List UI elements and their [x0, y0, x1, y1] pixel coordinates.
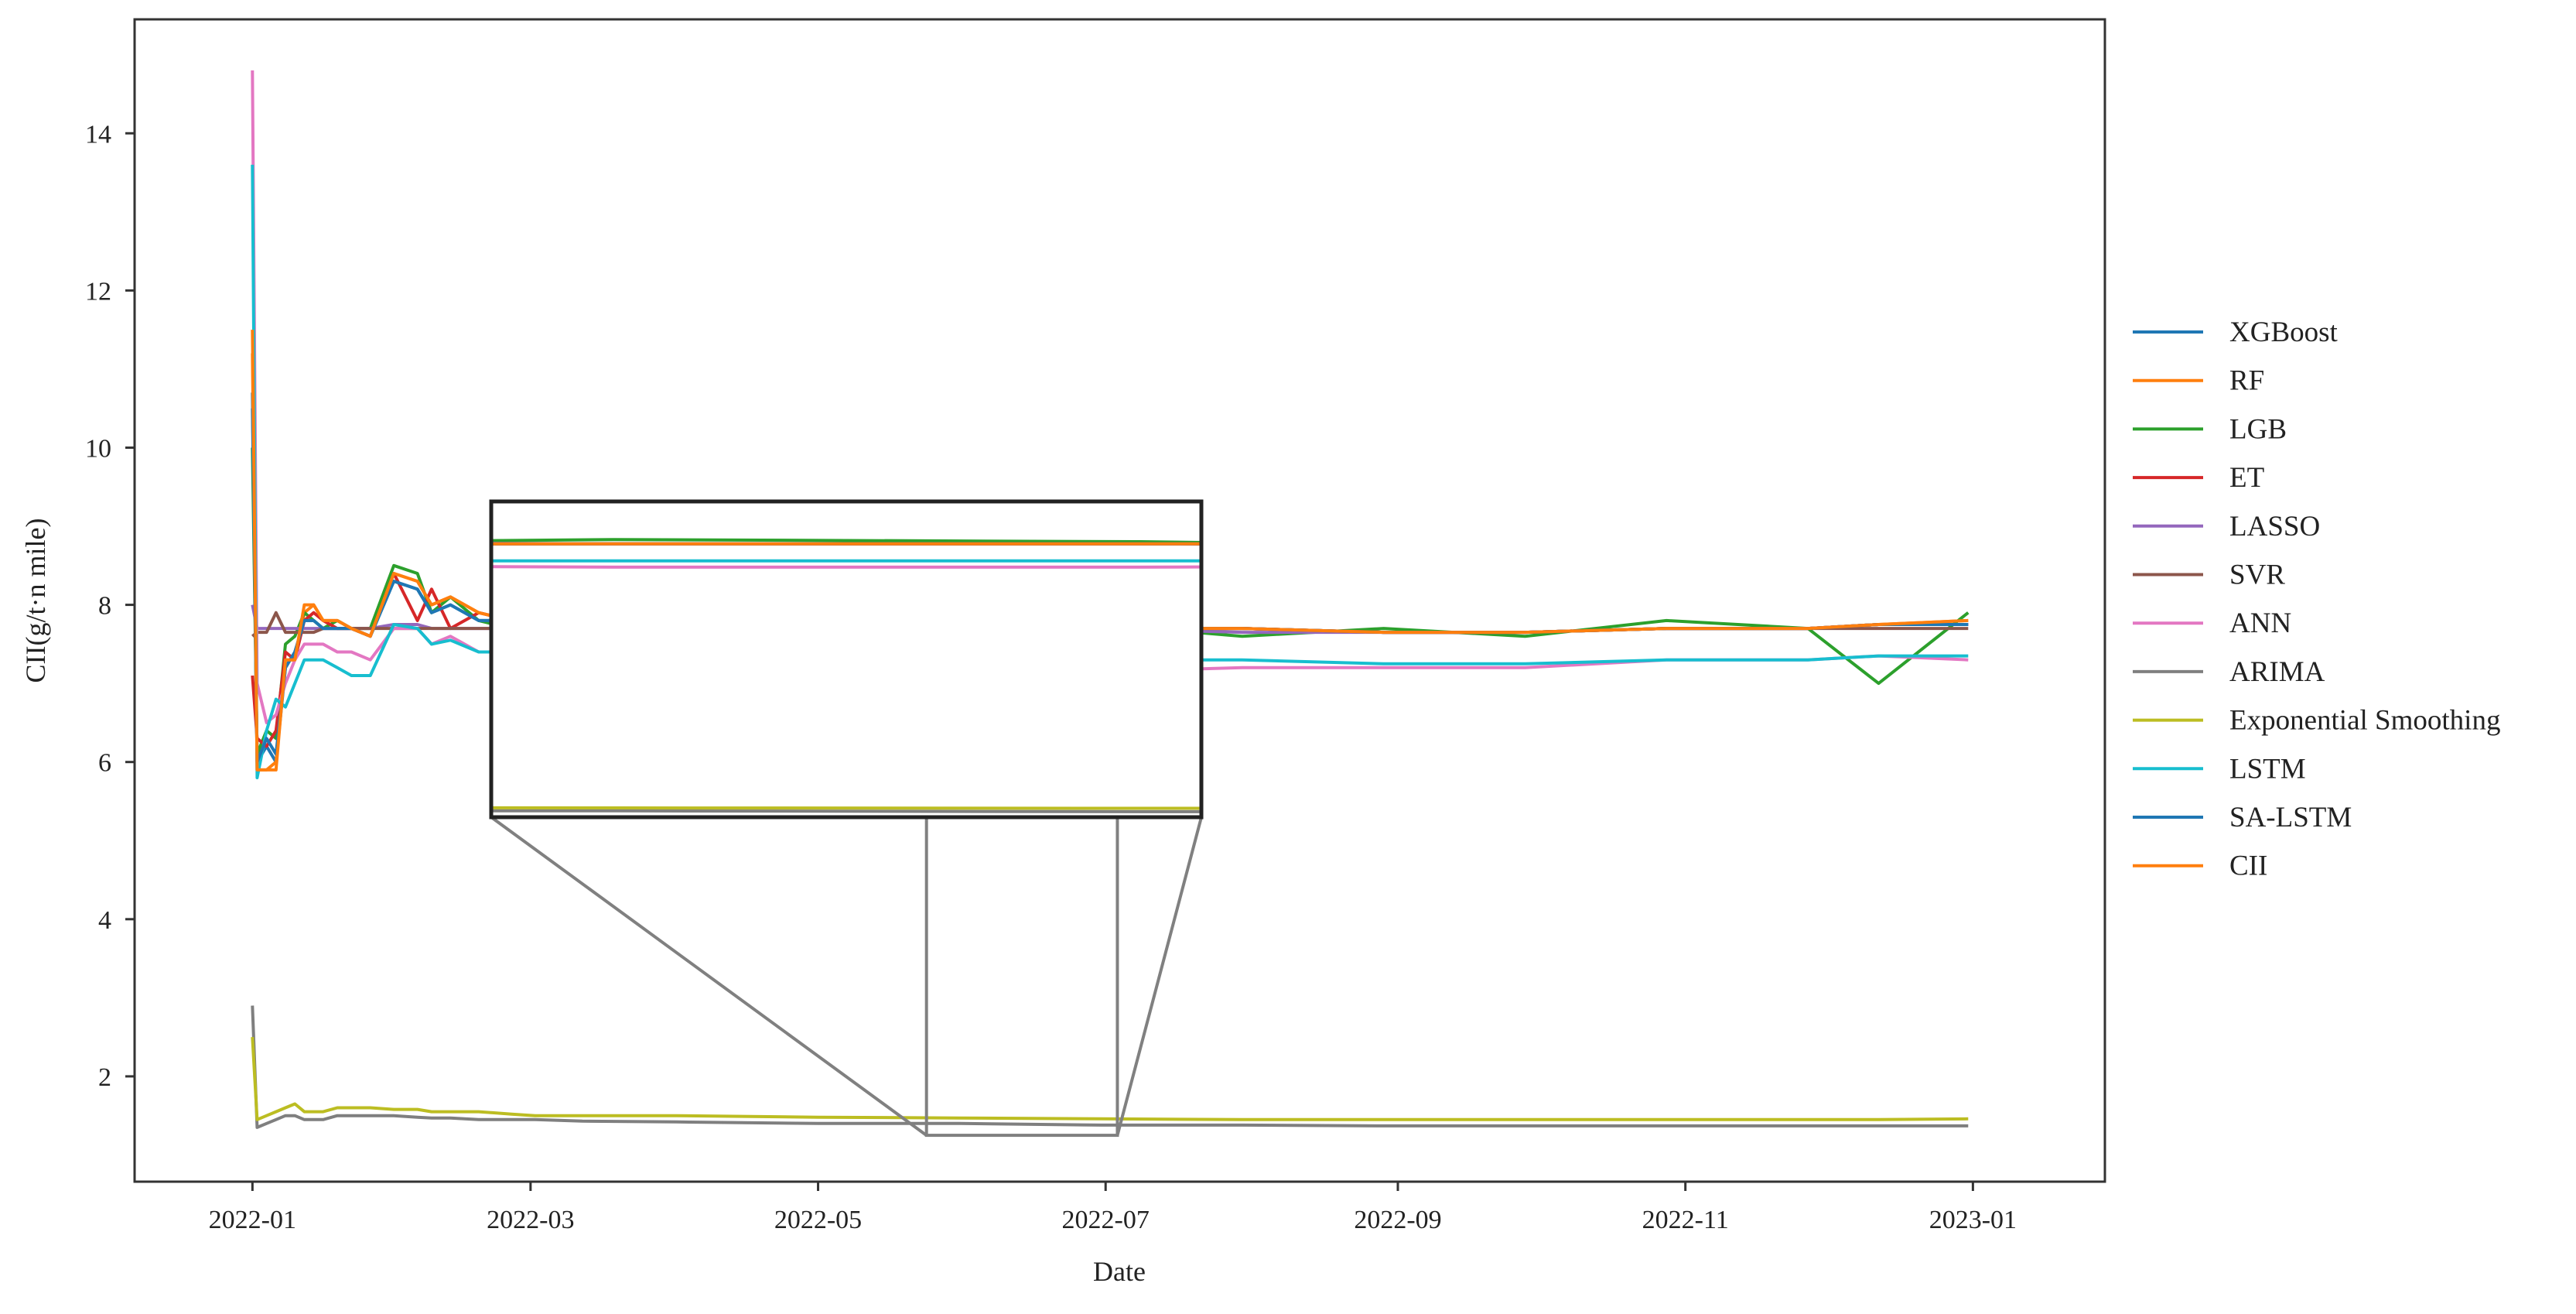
legend-label: CII [2229, 850, 2267, 882]
legend-label: LSTM [2229, 753, 2306, 785]
legend-label: Exponential Smoothing [2229, 705, 2500, 737]
x-tick-label: 2022-03 [487, 1206, 574, 1234]
x-axis-label: Date [1093, 1256, 1146, 1287]
zoom-connector-line [1115, 816, 1203, 1136]
legend-label: LGB [2229, 413, 2287, 445]
y-tick-label: 2 [98, 1063, 111, 1092]
legend-label: LASSO [2229, 511, 2320, 542]
x-tick-label: 2023-01 [1929, 1206, 2017, 1234]
x-axis: 2022-01 2022-03 2022-05 2022-07 2022-09 2022-… [209, 1182, 2017, 1234]
legend-label: ET [2229, 462, 2264, 494]
y-tick-label: 14 [85, 120, 111, 149]
inset-series-line-exponential-smoothing [491, 806, 1201, 810]
legend-label: RF [2229, 365, 2264, 397]
inset-background [491, 501, 1201, 817]
cii-line-chart: 2022-01 2022-03 2022-05 2022-07 2022-09 2022-… [20, 18, 2500, 1287]
x-tick-label: 2022-07 [1062, 1206, 1150, 1234]
y-tick-label: 12 [85, 277, 111, 306]
legend-label: SA-LSTM [2229, 802, 2352, 833]
legend: XGBoost RF LGB ET LASSO SVR ANN ARIMA Exponentia… [2133, 317, 2500, 882]
series-line-arima [251, 1005, 1969, 1129]
legend-label: XGBoost [2229, 317, 2339, 348]
y-tick-label: 6 [98, 749, 111, 778]
series-line-exponential-smoothing [251, 1036, 1969, 1121]
y-tick-label: 4 [98, 906, 111, 935]
y-axis-label: CII(g/t·n mile) [20, 518, 51, 683]
x-tick-label: 2022-11 [1642, 1206, 1729, 1234]
y-tick-label: 10 [85, 434, 111, 463]
x-tick-label: 2022-05 [774, 1206, 862, 1234]
y-tick-label: 8 [98, 592, 111, 621]
inset-axes [489, 499, 1204, 820]
inset-series-line-arima [491, 809, 1201, 813]
inset-series-line-lasso [491, 542, 1201, 546]
legend-label: ARIMA [2229, 656, 2325, 688]
zoom-connector-line [490, 816, 928, 1137]
y-axis: 2 4 6 8 10 12 14 [85, 120, 135, 1092]
inset-series-layer [491, 538, 1201, 813]
x-tick-label: 2022-01 [209, 1206, 296, 1234]
x-tick-label: 2022-09 [1354, 1206, 1441, 1234]
legend-label: SVR [2229, 559, 2285, 591]
inset-series-line-svr [491, 542, 1201, 546]
legend-label: ANN [2229, 607, 2291, 639]
inset-series-line-ann [491, 565, 1201, 569]
